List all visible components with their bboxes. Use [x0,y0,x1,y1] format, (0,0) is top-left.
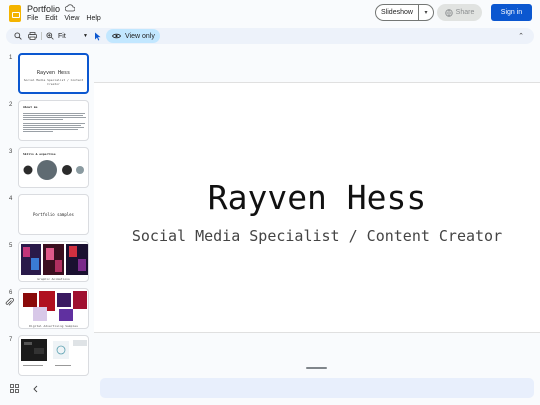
thumb-heading: About me [23,105,38,109]
skills-diagram [23,160,84,180]
slide-filmstrip[interactable]: 1 Rayven Hess Social Media Specialist / … [0,46,92,376]
slide-number: 4 [9,196,13,202]
grid-view-icon[interactable] [10,384,19,393]
speaker-notes-panel[interactable] [100,378,534,398]
toolbar-divider [41,32,42,40]
menu-file[interactable]: File [27,15,38,22]
cloud-icon[interactable] [65,4,75,12]
view-only-badge[interactable]: View only [106,29,160,43]
eye-icon [112,33,121,39]
text-line [23,119,63,120]
slide-title: Rayven Hess [207,178,427,217]
advertising-collage [23,291,87,321]
text-line [23,131,53,132]
speaker-notes-resize-handle[interactable] [306,367,327,369]
thumb-caption: Digital Advertising Samples [29,324,78,328]
text-line [23,123,85,124]
globe-icon [444,8,453,17]
chevron-up-icon[interactable]: ⌃ [516,30,526,42]
document-title: Portfolio [27,4,61,14]
slide-number: 1 [9,55,13,61]
thumb-caption: Graphic Animations [37,277,70,281]
thumb-title: Portfolio samples [33,212,74,217]
chevron-down-icon: ▼ [83,33,88,39]
menu-edit[interactable]: Edit [45,15,57,22]
search-icon[interactable] [13,30,23,42]
toolbar: Fit ▼ View only ⌃ [6,28,534,44]
share-button[interactable]: Share [437,4,482,21]
text-line [23,127,84,128]
dashboard-preview [21,339,87,366]
slides-logo-icon[interactable] [9,5,21,22]
slide-thumbnail-6[interactable]: Digital Advertising Samples [18,288,89,329]
attachment-icon[interactable] [5,298,14,307]
slide-canvas[interactable]: Rayven Hess Social Media Specialist / Co… [94,46,540,376]
slide-thumbnail-7[interactable] [18,335,89,376]
menu-view[interactable]: View [64,15,79,22]
slide-thumbnail-5[interactable]: Graphic Animations [18,241,89,282]
slide-thumbnail-2[interactable]: About me [18,100,89,141]
animation-collage [21,244,88,275]
slide-thumbnail-3[interactable]: Skills & expertise [18,147,89,188]
share-label: Share [455,9,475,16]
slide-thumbnail-1[interactable]: Rayven Hess Social Media Specialist / Co… [18,53,89,94]
view-only-label: View only [125,32,155,40]
text-line [23,115,83,116]
slide-number: 7 [9,337,13,343]
title-bar: Portfolio File Edit View Help Slideshow … [0,0,540,27]
text-line [23,125,81,126]
text-line [23,129,78,130]
slide-number: 3 [9,149,13,155]
thumb-subtitle: Social Media Specialist / Content Creato… [23,78,84,86]
slideshow-button[interactable]: Slideshow [376,5,419,20]
slide-number: 2 [9,102,13,108]
chevron-left-icon[interactable] [32,385,39,393]
slide-thumbnail-4[interactable]: Portfolio samples [18,194,89,235]
print-icon[interactable] [27,30,37,42]
slide-subtitle: Social Media Specialist / Content Creato… [131,227,503,245]
slide-number: 6 [9,290,13,296]
cursor-icon[interactable] [92,30,102,42]
menu-bar: File Edit View Help [27,15,101,22]
slideshow-options-dropdown[interactable]: ▾ [419,9,433,16]
thumb-title: Rayven Hess [36,70,71,76]
text-line [23,117,86,118]
zoom-value: Fit [58,32,66,40]
current-slide[interactable]: Rayven Hess Social Media Specialist / Co… [94,82,540,333]
slide-number: 5 [9,243,13,249]
sign-in-button[interactable]: Sign in [491,4,532,21]
slideshow-button-group: Slideshow ▾ [375,4,434,21]
zoom-icon[interactable] [45,30,55,42]
zoom-select[interactable]: Fit ▼ [58,30,88,42]
text-line [23,113,85,114]
menu-help[interactable]: Help [86,15,100,22]
